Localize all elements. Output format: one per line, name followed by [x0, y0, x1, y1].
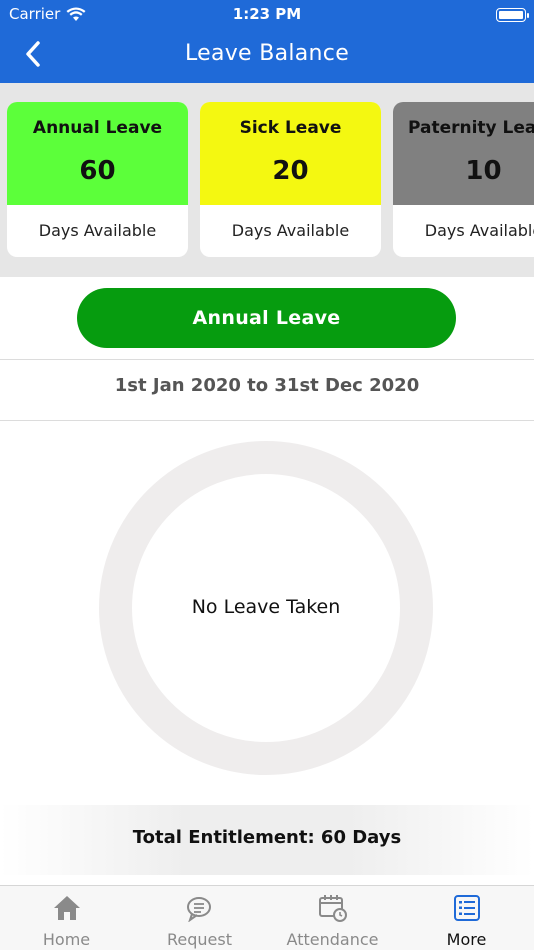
divider [0, 359, 534, 360]
leave-period: 1st Jan 2020 to 31st Dec 2020 [114, 375, 420, 396]
card-header: Sick Leave 20 [200, 102, 381, 205]
leave-card-sick[interactable]: Sick Leave 20 Days Available [200, 102, 381, 257]
card-caption: Days Available [231, 221, 350, 240]
leave-type-button[interactable]: Annual Leave [77, 288, 456, 348]
card-count: 10 [465, 156, 502, 186]
tab-label: Attendance [286, 930, 379, 949]
navigation-bar: Carrier 1:23 PM Leave Balance [0, 0, 534, 83]
tab-label: Home [42, 930, 91, 949]
divider [0, 420, 534, 421]
battery-icon [496, 8, 529, 22]
card-title: Sick Leave [239, 118, 342, 138]
tab-home[interactable]: Home [0, 886, 133, 950]
card-header: Annual Leave 60 [7, 102, 188, 205]
total-entitlement: Total Entitlement: 60 Days [132, 827, 402, 848]
list-icon [454, 895, 480, 921]
leave-detail-panel: Annual Leave 1st Jan 2020 to 31st Dec 20… [0, 277, 534, 885]
card-title: Annual Leave [32, 118, 163, 138]
card-caption: Days Available [38, 221, 157, 240]
home-icon [54, 896, 80, 920]
chart-center-label: No Leave Taken [191, 596, 341, 618]
calendar-clock-icon [319, 895, 347, 922]
tab-more[interactable]: More [400, 886, 533, 950]
card-count: 20 [272, 156, 309, 186]
leave-type-carousel[interactable]: Annual Leave 60 Days Available Sick Leav… [0, 102, 534, 258]
tab-label: More [446, 930, 487, 949]
card-caption: Days Available [424, 221, 534, 240]
tab-attendance[interactable]: Attendance [266, 886, 399, 950]
status-time: 1:23 PM [232, 5, 302, 23]
card-count: 60 [79, 156, 116, 186]
status-bar: Carrier 1:23 PM [0, 4, 534, 26]
chat-bubbles-icon [187, 897, 211, 922]
leave-card-paternity[interactable]: Paternity Leave 10 Days Available [393, 102, 534, 257]
leave-card-annual[interactable]: Annual Leave 60 Days Available [7, 102, 188, 257]
tab-label: Request [167, 930, 232, 949]
card-title: Paternity Leave [407, 118, 534, 138]
tab-bar: Home Request Attendance More [0, 885, 534, 950]
page-title: Leave Balance [184, 41, 350, 66]
card-header: Paternity Leave 10 [393, 102, 534, 205]
tab-request[interactable]: Request [133, 886, 266, 950]
